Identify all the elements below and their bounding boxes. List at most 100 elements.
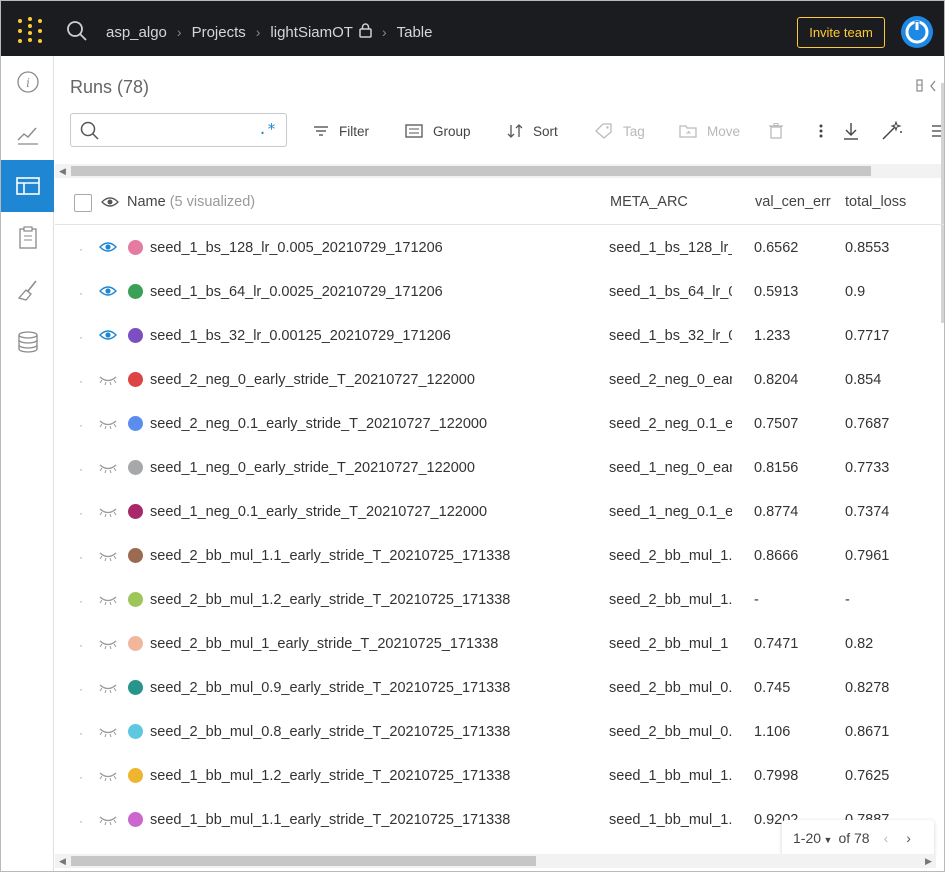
scrollbar-thumb[interactable] xyxy=(71,166,871,176)
run-color-swatch[interactable] xyxy=(128,812,143,827)
run-color-swatch[interactable] xyxy=(128,504,143,519)
eye-visible-icon[interactable] xyxy=(99,328,117,346)
delete-button[interactable] xyxy=(769,120,793,142)
run-name-link[interactable]: seed_2_bb_mul_1_early_stride_T_20210725_… xyxy=(150,636,498,652)
eye-hidden-icon[interactable] xyxy=(99,548,117,566)
row-menu-handle[interactable]: · xyxy=(79,550,83,564)
tag-button[interactable]: Tag xyxy=(595,120,645,142)
scroll-right-arrow-icon[interactable]: ▶ xyxy=(925,856,932,867)
run-name-link[interactable]: seed_2_bb_mul_0.8_early_stride_T_2021072… xyxy=(150,724,510,740)
run-name-link[interactable]: seed_2_bb_mul_1.1_early_stride_T_2021072… xyxy=(150,548,510,564)
sort-button[interactable]: Sort xyxy=(507,120,558,142)
magic-wand-button[interactable] xyxy=(881,120,913,142)
breadcrumb-org[interactable]: asp_algo xyxy=(106,24,167,41)
row-menu-handle[interactable]: · xyxy=(79,462,83,476)
run-color-swatch[interactable] xyxy=(128,724,143,739)
filter-button[interactable]: Filter xyxy=(313,120,369,142)
table-row[interactable]: · seed_1_bs_128_lr_0.005_20210729_171206 s… xyxy=(55,226,944,270)
column-header-total-loss[interactable]: total_loss xyxy=(845,194,906,210)
column-header-val-cen-err[interactable]: val_cen_err xyxy=(755,194,833,210)
row-menu-handle[interactable]: · xyxy=(79,374,83,388)
sidebar-item-reports[interactable] xyxy=(1,212,54,264)
run-color-swatch[interactable] xyxy=(128,240,143,255)
table-row[interactable]: · seed_2_neg_0_early_stride_T_20210727_12… xyxy=(55,358,944,402)
visibility-toggle-all-icon[interactable] xyxy=(101,195,119,213)
row-menu-handle[interactable]: · xyxy=(79,506,83,520)
eye-hidden-icon[interactable] xyxy=(99,372,117,390)
row-menu-handle[interactable]: · xyxy=(79,418,83,432)
column-header-meta-arc[interactable]: META_ARC xyxy=(610,194,688,210)
table-row[interactable]: · seed_1_bs_32_lr_0.00125_20210729_171206… xyxy=(55,314,944,358)
table-row[interactable]: · seed_2_bb_mul_1.2_early_stride_T_202107… xyxy=(55,578,944,622)
sidebar-item-sweeps[interactable] xyxy=(1,264,54,316)
eye-hidden-icon[interactable] xyxy=(99,460,117,478)
regex-toggle[interactable]: .* xyxy=(258,120,276,138)
run-color-swatch[interactable] xyxy=(128,284,143,299)
column-header-name[interactable]: Name (5 visualized) xyxy=(127,194,255,210)
table-row[interactable]: · seed_2_bb_mul_1_early_stride_T_20210725… xyxy=(55,622,944,666)
run-name-link[interactable]: seed_2_neg_0_early_stride_T_20210727_122… xyxy=(150,372,475,388)
scroll-left-arrow-icon[interactable]: ◀ xyxy=(59,166,66,177)
eye-hidden-icon[interactable] xyxy=(99,812,117,830)
run-color-swatch[interactable] xyxy=(128,768,143,783)
run-color-swatch[interactable] xyxy=(128,592,143,607)
run-color-swatch[interactable] xyxy=(128,636,143,651)
eye-visible-icon[interactable] xyxy=(99,284,117,302)
table-row[interactable]: · seed_2_bb_mul_1.1_early_stride_T_202107… xyxy=(55,534,944,578)
group-button[interactable]: Group xyxy=(405,120,471,142)
more-options-button[interactable] xyxy=(818,120,834,142)
sidebar-item-table[interactable] xyxy=(1,160,54,212)
breadcrumb-page[interactable]: Table xyxy=(397,24,433,41)
row-menu-handle[interactable]: · xyxy=(79,242,83,256)
breadcrumb-projects[interactable]: Projects xyxy=(192,24,246,41)
run-name-link[interactable]: seed_2_neg_0.1_early_stride_T_20210727_1… xyxy=(150,416,487,432)
breadcrumb-project[interactable]: lightSiamOT xyxy=(270,24,353,41)
table-row[interactable]: · seed_2_bb_mul_0.9_early_stride_T_202107… xyxy=(55,666,944,710)
row-menu-handle[interactable]: · xyxy=(79,682,83,696)
eye-hidden-icon[interactable] xyxy=(99,592,117,610)
prev-page-icon[interactable]: ‹ xyxy=(884,830,889,846)
column-collapse-icon[interactable] xyxy=(913,78,937,94)
run-name-link[interactable]: seed_1_bb_mul_1.2_early_stride_T_2021072… xyxy=(150,768,510,784)
eye-visible-icon[interactable] xyxy=(99,240,117,258)
run-name-link[interactable]: seed_1_bs_32_lr_0.00125_20210729_171206 xyxy=(150,328,451,344)
run-color-swatch[interactable] xyxy=(128,372,143,387)
table-row[interactable]: · seed_1_neg_0_early_stride_T_20210727_12… xyxy=(55,446,944,490)
eye-hidden-icon[interactable] xyxy=(99,768,117,786)
sidebar-item-artifacts[interactable] xyxy=(1,316,54,368)
run-color-swatch[interactable] xyxy=(128,416,143,431)
row-menu-handle[interactable]: · xyxy=(79,330,83,344)
download-button[interactable] xyxy=(843,120,869,142)
page-range-dropdown[interactable]: 1-20 ▼ xyxy=(793,830,832,846)
row-menu-handle[interactable]: · xyxy=(79,770,83,784)
user-avatar[interactable] xyxy=(901,16,933,48)
move-button[interactable]: Move xyxy=(679,120,740,142)
row-menu-handle[interactable]: · xyxy=(79,638,83,652)
sidebar-item-overview[interactable]: i xyxy=(1,56,54,108)
wandb-logo-icon[interactable] xyxy=(16,17,44,45)
row-menu-handle[interactable]: · xyxy=(79,286,83,300)
eye-hidden-icon[interactable] xyxy=(99,504,117,522)
run-color-swatch[interactable] xyxy=(128,680,143,695)
horizontal-scrollbar-bottom[interactable]: ◀ ▶ xyxy=(55,854,936,868)
horizontal-scrollbar-top[interactable]: ◀ xyxy=(55,164,944,178)
run-name-link[interactable]: seed_1_neg_0.1_early_stride_T_20210727_1… xyxy=(150,504,487,520)
scrollbar-thumb[interactable] xyxy=(71,856,536,866)
scroll-left-arrow-icon[interactable]: ◀ xyxy=(59,856,66,867)
run-color-swatch[interactable] xyxy=(128,548,143,563)
search-icon[interactable] xyxy=(66,20,88,42)
run-name-link[interactable]: seed_1_bs_64_lr_0.0025_20210729_171206 xyxy=(150,284,443,300)
next-page-icon[interactable]: › xyxy=(906,830,911,846)
table-row[interactable]: · seed_2_bb_mul_0.8_early_stride_T_202107… xyxy=(55,710,944,754)
sidebar-item-workspace[interactable] xyxy=(1,108,54,160)
runs-search-input[interactable]: .* xyxy=(70,113,287,147)
run-name-link[interactable]: seed_1_bb_mul_1.1_early_stride_T_2021072… xyxy=(150,812,510,828)
run-color-swatch[interactable] xyxy=(128,328,143,343)
panel-collapse-controls[interactable] xyxy=(913,78,937,99)
table-row[interactable]: · seed_1_bb_mul_1.2_early_stride_T_202107… xyxy=(55,754,944,798)
table-row[interactable]: · seed_2_neg_0.1_early_stride_T_20210727_… xyxy=(55,402,944,446)
select-all-checkbox[interactable] xyxy=(74,194,92,212)
row-menu-handle[interactable]: · xyxy=(79,726,83,740)
eye-hidden-icon[interactable] xyxy=(99,724,117,742)
run-name-link[interactable]: seed_1_neg_0_early_stride_T_20210727_122… xyxy=(150,460,475,476)
